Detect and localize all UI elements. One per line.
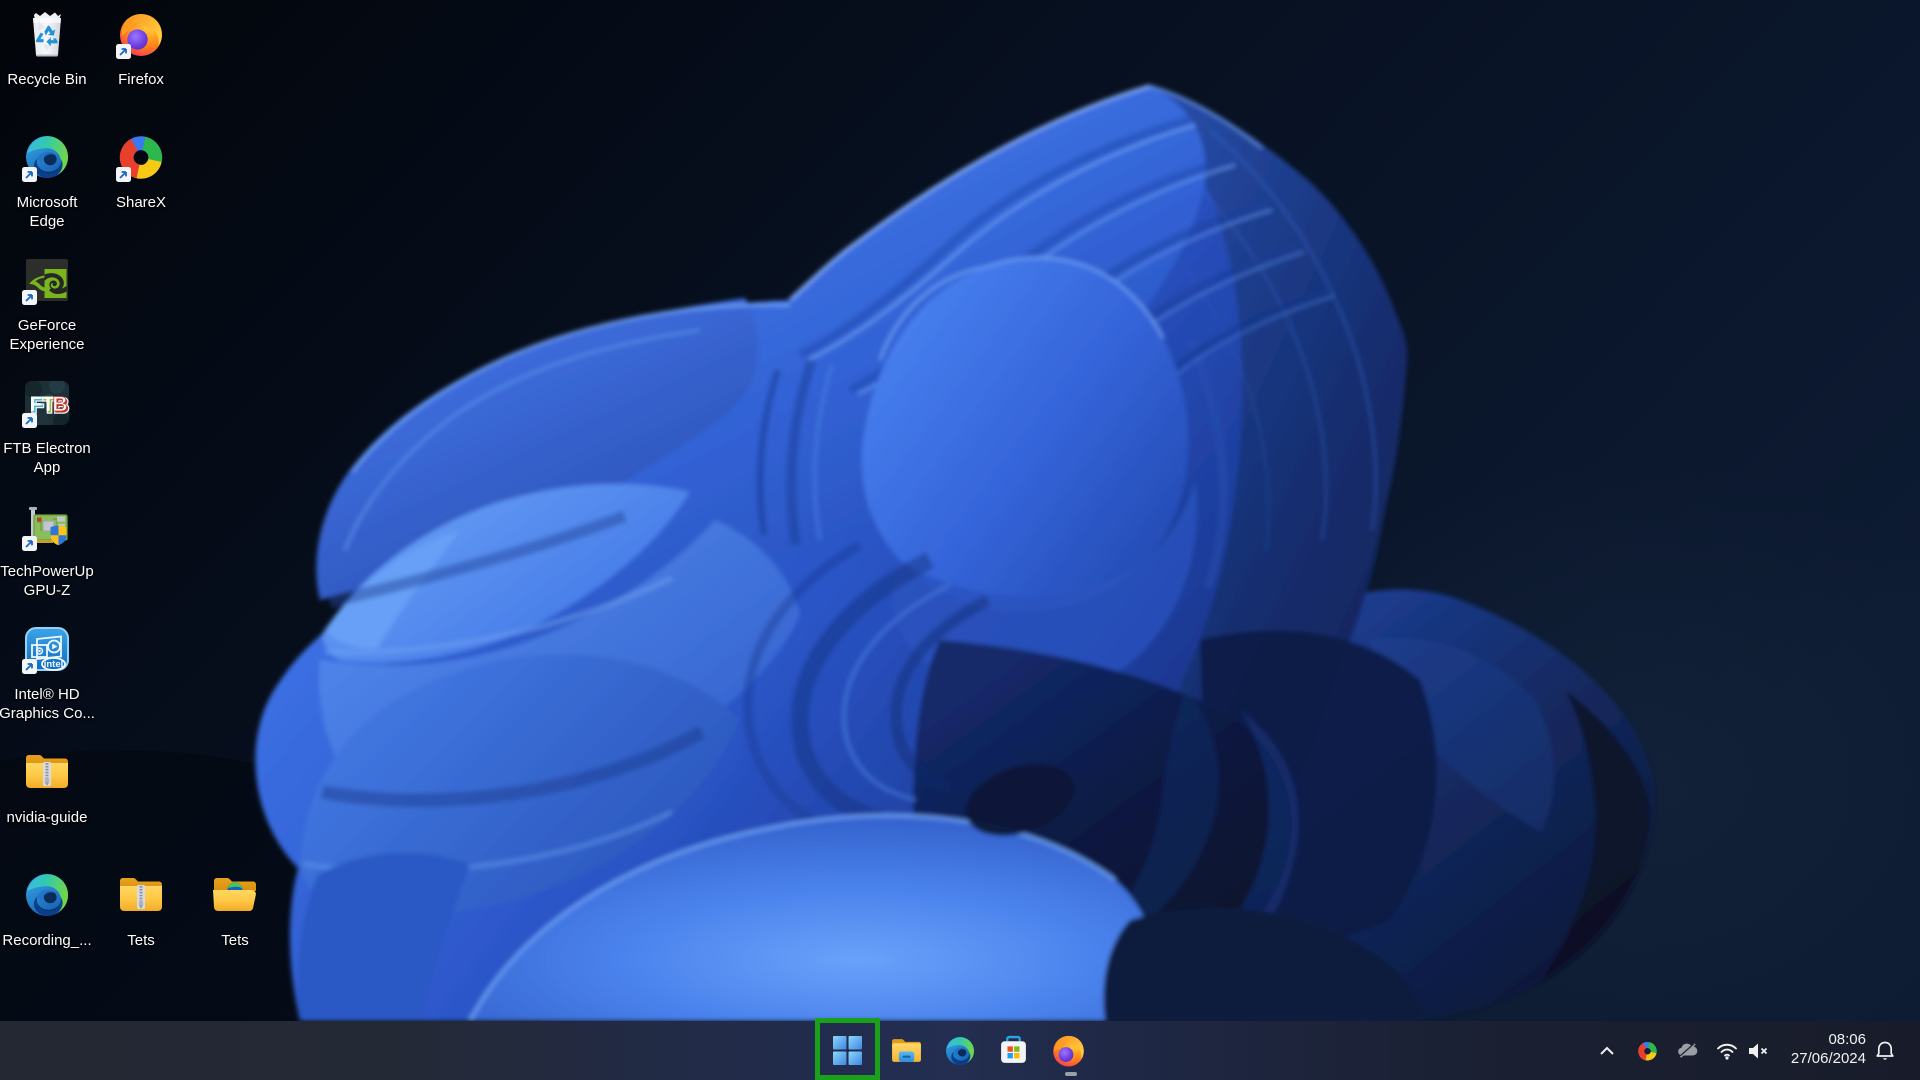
svg-text:intel: intel (44, 659, 64, 670)
svg-text:B: B (52, 393, 67, 416)
